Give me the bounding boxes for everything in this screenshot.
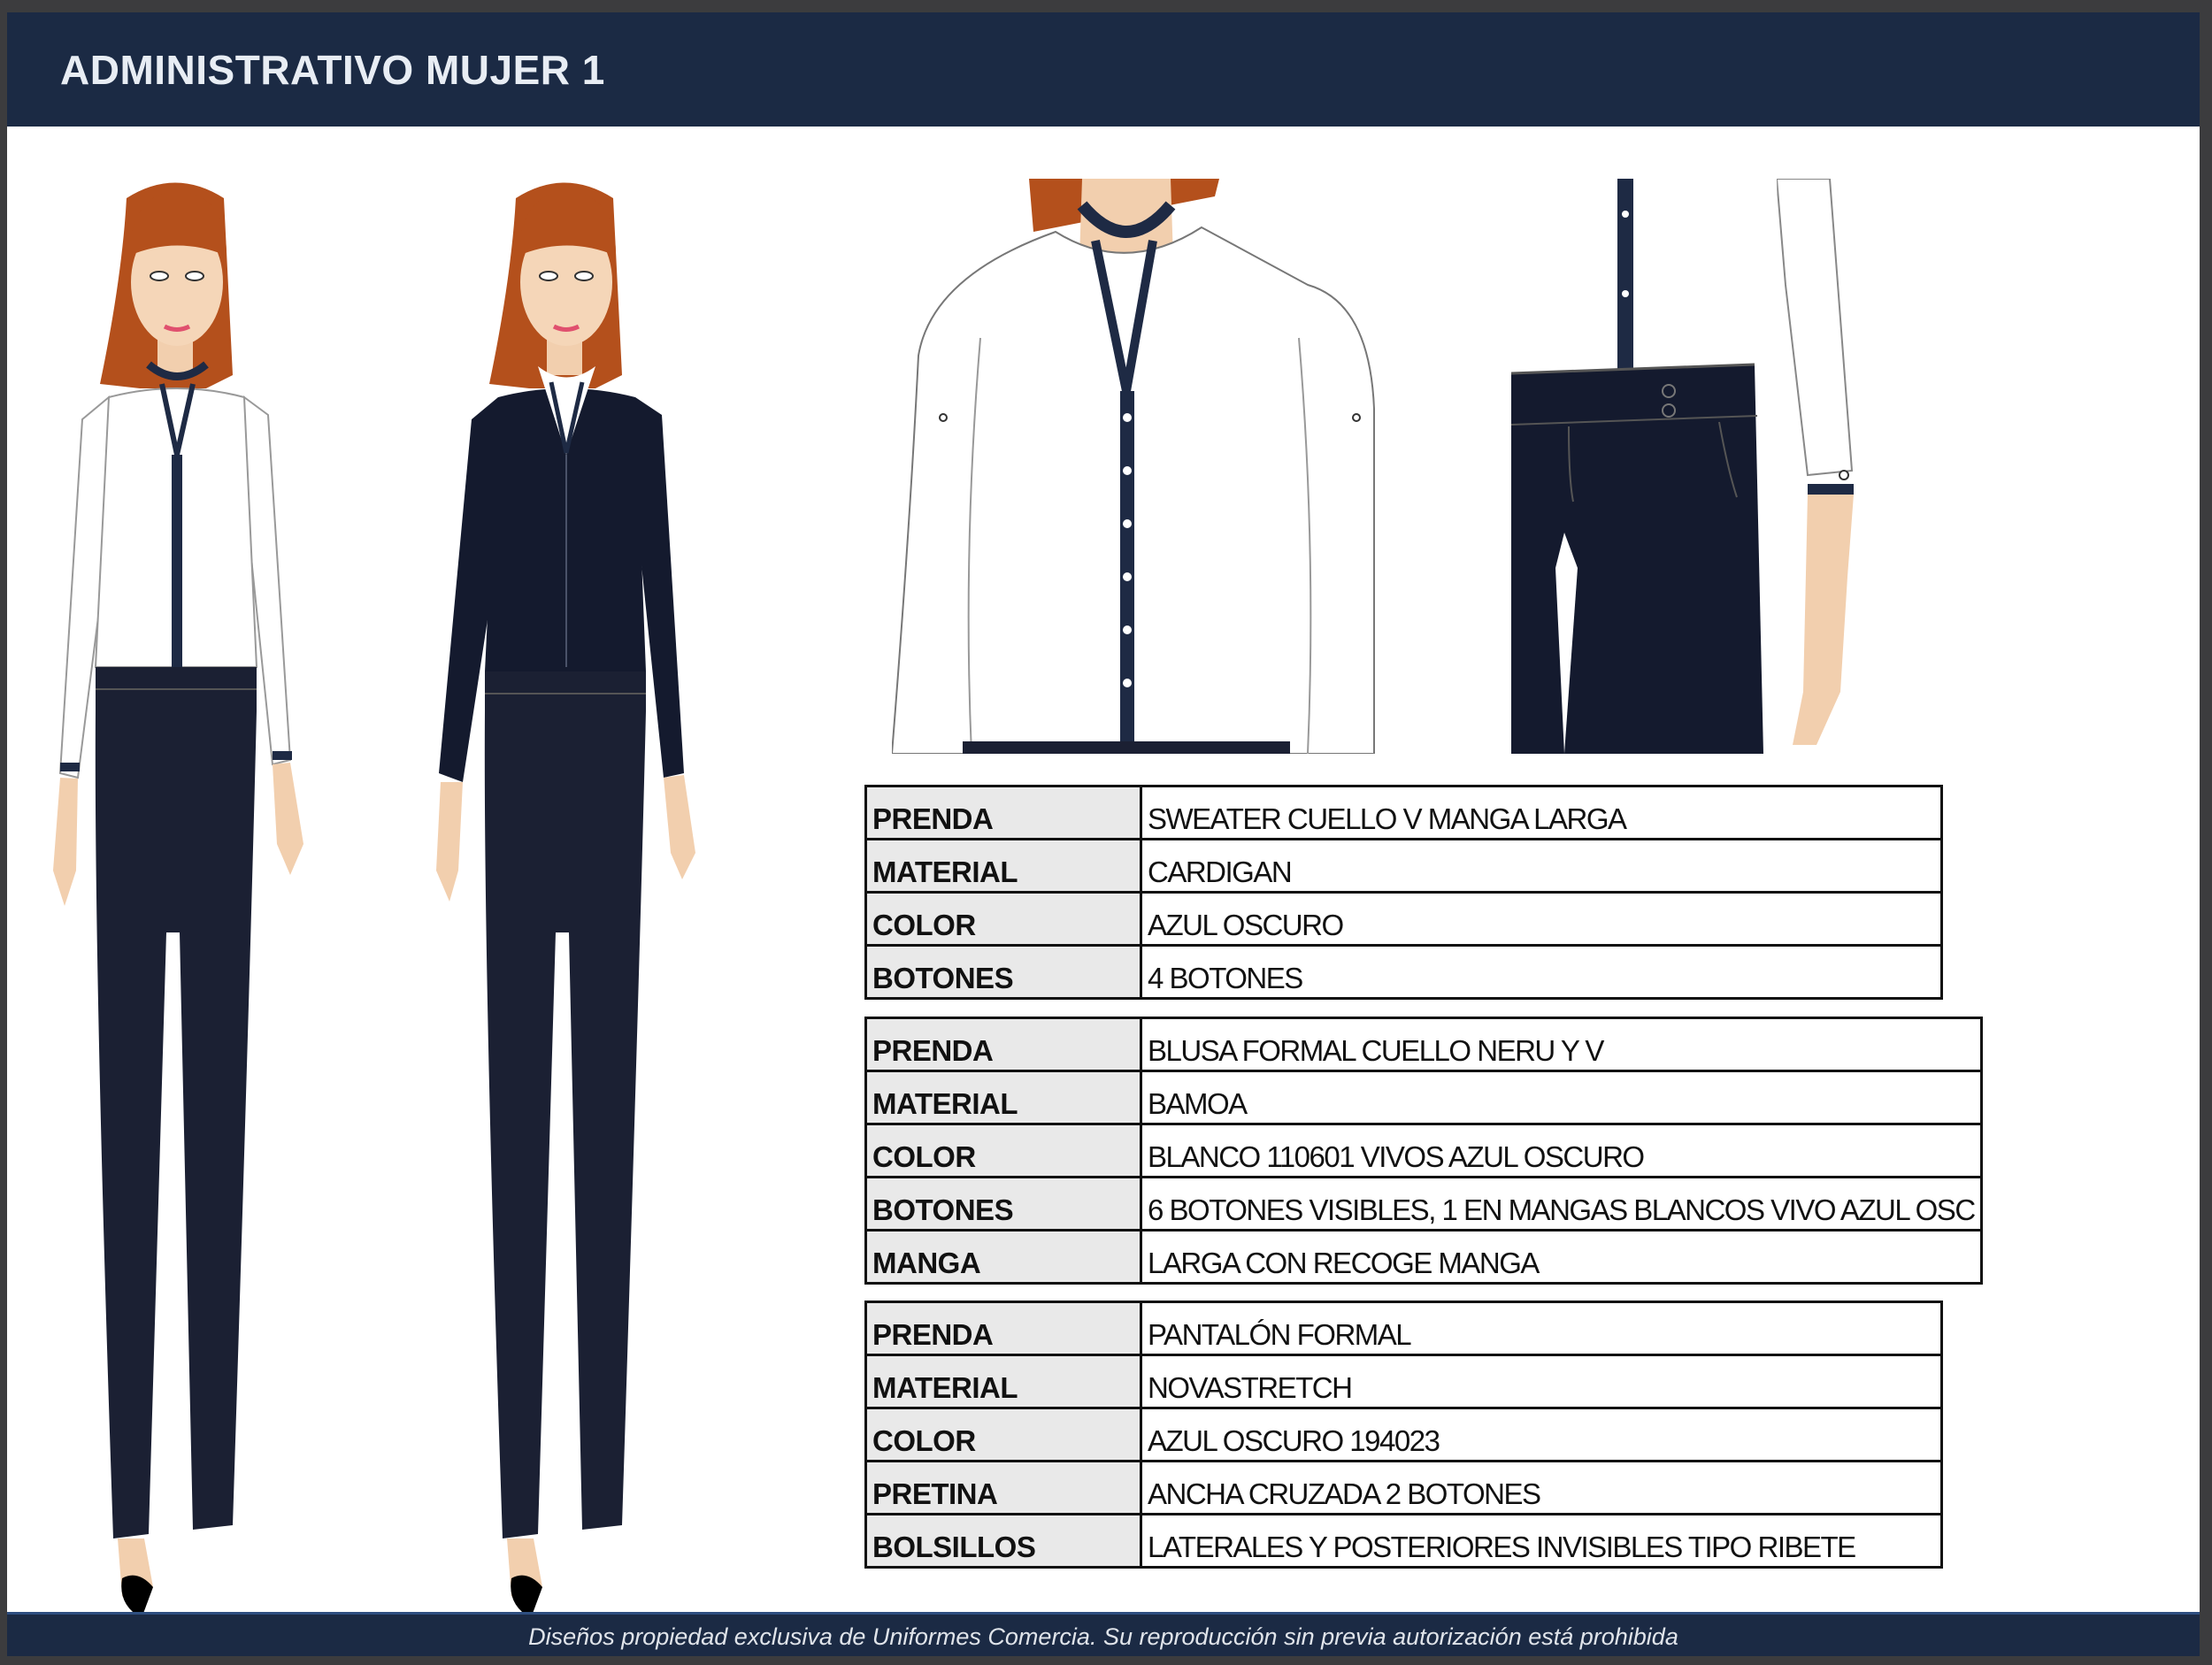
- page-title: ADMINISTRATIVO MUJER 1: [60, 47, 605, 93]
- spec-label: PRENDA: [864, 1301, 1142, 1356]
- spec-row: BOTONES 6 BOTONES VISIBLES, 1 EN MANGAS B…: [864, 1176, 1983, 1231]
- spec-value: BLUSA FORMAL CUELLO NERU Y V: [1140, 1017, 1983, 1072]
- pants-waistband-detail-icon: [1511, 179, 1854, 754]
- spec-row: MATERIAL BAMOA: [864, 1070, 1983, 1125]
- spec-label: PRENDA: [864, 785, 1142, 840]
- spec-label: BOLSILLOS: [864, 1513, 1142, 1569]
- spec-row: PRETINA ANCHA CRUZADA 2 BOTONES: [864, 1460, 1943, 1515]
- spec-value: BAMOA: [1140, 1070, 1983, 1125]
- spec-label: PRETINA: [864, 1460, 1142, 1515]
- model-navy-cardigan-icon: [436, 182, 695, 1618]
- spec-table-blouse-body: PRENDA BLUSA FORMAL CUELLO NERU Y V MATERI…: [864, 1017, 1983, 1285]
- spec-label: MATERIAL: [864, 1354, 1142, 1409]
- spec-row: PRENDA SWEATER CUELLO V MANGA LARGA: [864, 785, 1943, 840]
- spec-label: MATERIAL: [864, 838, 1142, 894]
- header-bar: ADMINISTRATIVO MUJER 1: [7, 12, 2200, 127]
- spec-row: BOLSILLOS LATERALES Y POSTERIORES INVISIB…: [864, 1513, 1943, 1569]
- copyright-notice: Diseños propiedad exclusiva de Uniformes…: [528, 1623, 1678, 1650]
- spec-value: LATERALES Y POSTERIORES INVISIBLES TIPO …: [1140, 1513, 1943, 1569]
- spec-row: COLOR AZUL OSCURO: [864, 891, 1943, 947]
- spec-label: PRENDA: [864, 1017, 1142, 1072]
- spec-table-sweater-body: PRENDA SWEATER CUELLO V MANGA LARGA MATERI…: [864, 785, 1943, 1000]
- spec-value: NOVASTRETCH: [1140, 1354, 1943, 1409]
- spec-label: COLOR: [864, 1407, 1142, 1462]
- spec-row: MATERIAL NOVASTRETCH: [864, 1354, 1943, 1409]
- spec-value: BLANCO 110601 VIVOS AZUL OSCURO: [1140, 1123, 1983, 1178]
- spec-label: BOTONES: [864, 944, 1142, 1000]
- spec-value: ANCHA CRUZADA 2 BOTONES: [1140, 1460, 1943, 1515]
- spec-value: AZUL OSCURO: [1140, 891, 1943, 947]
- spec-label: BOTONES: [864, 1176, 1142, 1231]
- model-white-blouse-icon: [53, 182, 303, 1618]
- spec-label: MANGA: [864, 1229, 1142, 1285]
- spec-table-sweater: PRENDA SWEATER CUELLO V MANGA LARGA MATERI…: [864, 785, 1943, 1000]
- spec-table-pants-body: PRENDA PANTALÓN FORMAL MATERIAL NOVASTRETCH…: [864, 1301, 1943, 1569]
- spec-value: SWEATER CUELLO V MANGA LARGA: [1140, 785, 1943, 840]
- spec-value: LARGA CON RECOGE MANGA: [1140, 1229, 1983, 1285]
- spec-row: PRENDA BLUSA FORMAL CUELLO NERU Y V: [864, 1017, 1983, 1072]
- spec-row: COLOR BLANCO 110601 VIVOS AZUL OSCURO: [864, 1123, 1983, 1178]
- spec-row: COLOR AZUL OSCURO 194023: [864, 1407, 1943, 1462]
- spec-label: COLOR: [864, 1123, 1142, 1178]
- spec-value: AZUL OSCURO 194023: [1140, 1407, 1943, 1462]
- spec-value: CARDIGAN: [1140, 838, 1943, 894]
- spec-table-pants: PRENDA PANTALÓN FORMAL MATERIAL NOVASTRETCH…: [864, 1301, 1943, 1569]
- blouse-detail-icon: [892, 179, 1375, 754]
- spec-value: 4 BOTONES: [1140, 944, 1943, 1000]
- spec-label: MATERIAL: [864, 1070, 1142, 1125]
- spec-value: 6 BOTONES VISIBLES, 1 EN MANGAS BLANCOS …: [1140, 1176, 1983, 1231]
- spec-value: PANTALÓN FORMAL: [1140, 1301, 1943, 1356]
- footer-bar: Diseños propiedad exclusiva de Uniformes…: [7, 1612, 2200, 1656]
- spec-row: PRENDA PANTALÓN FORMAL: [864, 1301, 1943, 1356]
- slide: ADMINISTRATIVO MUJER 1 PRENDA SWEATER CU…: [7, 12, 2200, 1656]
- spec-row: BOTONES 4 BOTONES: [864, 944, 1943, 1000]
- spec-row: MATERIAL CARDIGAN: [864, 838, 1943, 894]
- spec-label: COLOR: [864, 891, 1142, 947]
- spec-row: MANGA LARGA CON RECOGE MANGA: [864, 1229, 1983, 1285]
- spec-table-blouse: PRENDA BLUSA FORMAL CUELLO NERU Y V MATERI…: [864, 1017, 1983, 1285]
